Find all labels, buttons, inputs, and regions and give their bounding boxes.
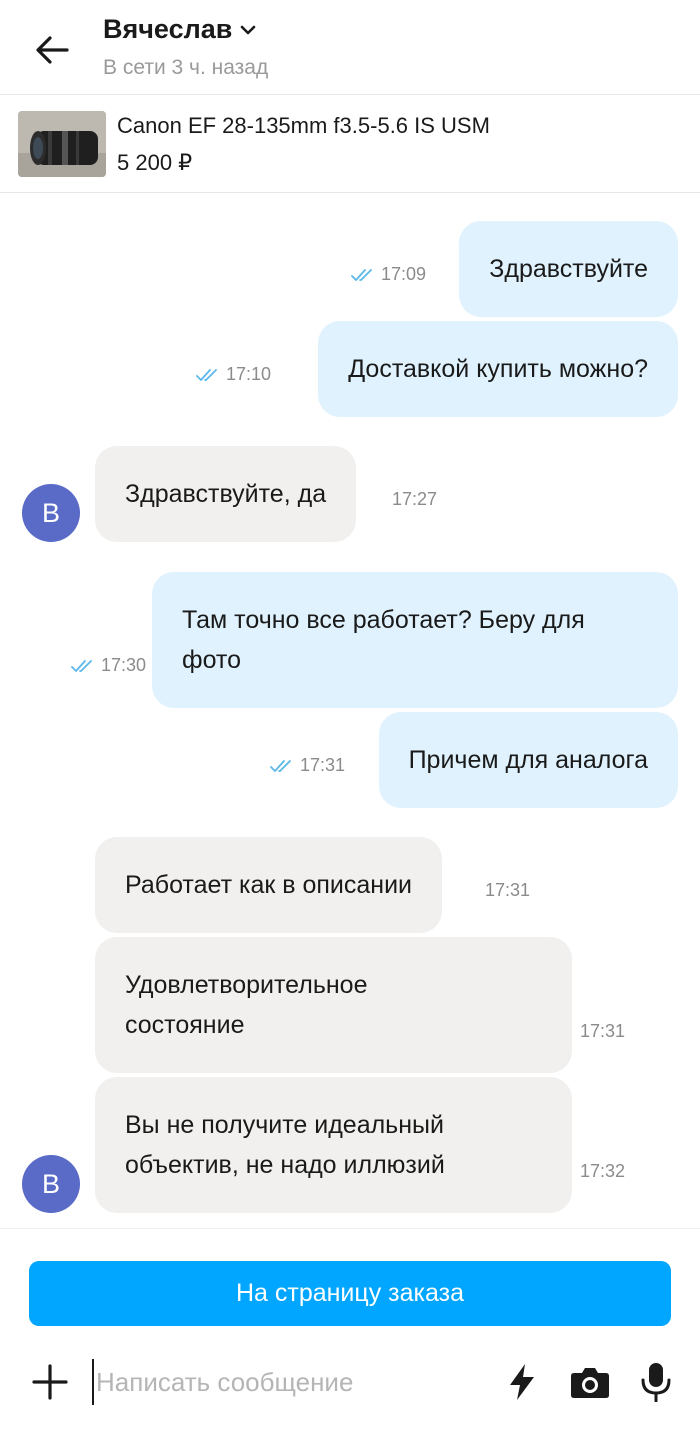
double-check-icon <box>71 659 92 672</box>
message-meta: 17:32 <box>580 1161 625 1182</box>
message-meta: 17:31 <box>270 755 345 776</box>
avatar[interactable]: В <box>22 1155 80 1213</box>
message-text-line: объектив, не надо иллюзий <box>125 1151 445 1179</box>
attach-button[interactable] <box>30 1362 70 1402</box>
camera-button[interactable] <box>568 1359 612 1405</box>
message-time: 17:10 <box>225 364 271 384</box>
product-thumbnail <box>18 111 106 177</box>
message-time: 17:32 <box>580 1161 626 1181</box>
chat-footer: На страницу заказа <box>0 1228 700 1435</box>
avatar[interactable]: В <box>22 484 80 542</box>
product-price: 5 200 ₽ <box>117 150 193 175</box>
message-bubble-incoming[interactable]: Здравствуйте, да <box>95 446 357 542</box>
message-time: 17:31 <box>485 880 531 900</box>
message-meta: 17:09 <box>351 264 426 285</box>
message-text-line: Вы не получите идеальный <box>125 1111 444 1139</box>
contact-name-dropdown[interactable]: Вячеслав <box>103 14 256 45</box>
message-text-line: состояние <box>125 1011 245 1039</box>
contact-name: Вячеслав <box>103 14 233 44</box>
message-text: Причем для аналога <box>408 746 648 774</box>
message-text: Работает как в описании <box>125 871 413 899</box>
microphone-icon <box>641 1363 671 1402</box>
message-time: 17:30 <box>100 655 146 675</box>
message-bubble-outgoing[interactable]: Там точно все работает? Беру для фото <box>152 572 678 708</box>
message-text: Здравствуйте, да <box>125 480 327 508</box>
message-meta: 17:31 <box>580 1021 625 1042</box>
contact-status: В сети 3 ч. назад <box>103 56 269 79</box>
lightning-icon <box>510 1364 534 1400</box>
product-title: Canon EF 28-135mm f3.5-5.6 IS USM <box>117 113 490 138</box>
message-input[interactable] <box>92 1359 482 1405</box>
avatar-initial: В <box>41 1168 60 1199</box>
message-bubble-incoming[interactable]: Работает как в описании <box>95 837 443 933</box>
avatar-initial: В <box>41 497 60 528</box>
message-text-line: Там точно все работает? Беру для <box>182 606 585 634</box>
message-bubble-outgoing[interactable]: Причем для аналога <box>378 712 678 808</box>
quick-replies-button[interactable] <box>500 1359 544 1405</box>
double-check-icon <box>196 368 217 381</box>
double-check-icon <box>270 759 291 772</box>
message-bubble-outgoing[interactable]: Доставкой купить можно? <box>318 321 678 417</box>
camera-icon <box>571 1368 609 1398</box>
message-time: 17:09 <box>380 264 426 284</box>
product-card[interactable]: Canon EF 28-135mm f3.5-5.6 IS USM 5 200 … <box>0 96 700 193</box>
chevron-down-icon <box>241 25 256 34</box>
message-time: 17:27 <box>392 489 438 509</box>
message-text-line: Удовлетворительное <box>125 971 368 999</box>
message-time: 17:31 <box>299 755 345 775</box>
message-text: Доставкой купить можно? <box>348 355 648 383</box>
message-meta: 17:31 <box>485 880 530 901</box>
order-page-button[interactable]: На страницу заказа <box>29 1261 671 1326</box>
back-arrow-icon <box>36 36 69 64</box>
message-meta: 17:27 <box>392 489 437 510</box>
plus-icon <box>32 1364 68 1400</box>
message-meta: 17:10 <box>196 364 271 385</box>
message-text-line: фото <box>182 646 241 674</box>
message-time: 17:31 <box>580 1021 626 1041</box>
message-meta: 17:30 <box>71 655 146 676</box>
message-text: Здравствуйте <box>489 255 648 283</box>
double-check-icon <box>351 268 372 281</box>
message-bubble-outgoing[interactable]: Здравствуйте <box>459 221 678 317</box>
message-bubble-incoming[interactable]: Удовлетворительное состояние <box>95 937 572 1073</box>
back-button[interactable] <box>30 28 74 72</box>
chat-header: Вячеслав В сети 3 ч. назад <box>0 0 700 95</box>
voice-message-button[interactable] <box>634 1359 678 1405</box>
message-bubble-incoming[interactable]: Вы не получите идеальный объектив, не на… <box>95 1077 572 1213</box>
